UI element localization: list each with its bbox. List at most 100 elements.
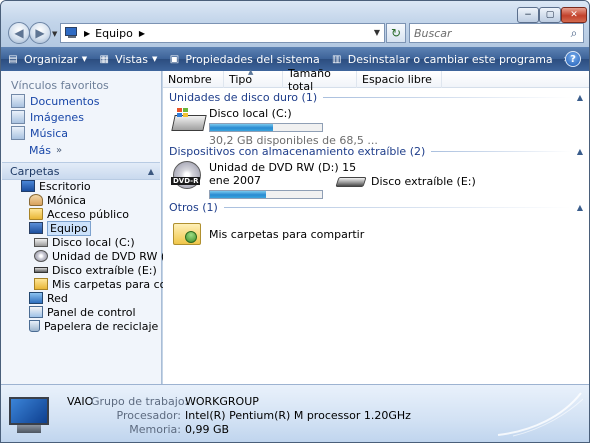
minimize-button[interactable]: −	[517, 7, 539, 23]
details-pane: VAIO Grupo de trabajo: WORKGROUP Procesa…	[1, 384, 589, 442]
column-header-name[interactable]: Nombre	[163, 71, 224, 88]
drive-item-local-disk[interactable]: Disco local (C:) 30,2 GB disponibles de …	[171, 107, 378, 147]
tree-item-panel-de-control[interactable]: Panel de control	[29, 305, 136, 319]
column-header-free-space[interactable]: Espacio libre	[357, 71, 442, 88]
group-header-other[interactable]: Otros (1) ▲	[169, 200, 583, 214]
refresh-icon: ↻	[390, 26, 402, 40]
uninstall-program-label: Desinstalar o cambiar este programa	[347, 52, 553, 66]
group-label: Dispositivos con almacenamiento extraíbl…	[169, 144, 426, 158]
tree-item-label: Panel de control	[47, 305, 136, 319]
tree-item-equipo[interactable]: Equipo	[29, 220, 91, 236]
favorites-heading: Vínculos favoritos	[11, 79, 109, 92]
organize-label: Organizar	[24, 52, 78, 66]
group-header-removable[interactable]: Dispositivos con almacenamiento extraíbl…	[169, 144, 583, 158]
hard-disk-icon	[34, 237, 48, 247]
column-headers: Nombre ▲ Tipo Tamaño total Espacio libre	[163, 67, 589, 93]
search-icon[interactable]: ⌕	[565, 24, 583, 42]
breadcrumb-separator-icon[interactable]: ▶	[84, 29, 90, 38]
uninstall-program-icon: ▥	[332, 53, 342, 65]
computer-icon	[9, 397, 57, 437]
folders-heading-label: Carpetas	[10, 164, 60, 178]
favorites-more-link[interactable]: Más »	[29, 144, 62, 157]
tree-item-papelera[interactable]: Papelera de reciclaje	[29, 319, 158, 333]
network-icon	[29, 292, 43, 304]
system-properties-label: Propiedades del sistema	[185, 52, 320, 66]
drive-name: Disco extraíble (E:)	[371, 175, 476, 188]
collapse-caret-icon: ▲	[576, 202, 583, 212]
column-header-type[interactable]: ▲ Tipo	[224, 68, 283, 88]
tree-item-disco-local[interactable]: Disco local (C:)	[34, 235, 135, 249]
dvd-icon: DVD-R	[171, 161, 207, 193]
address-dropdown-icon[interactable]: ▼	[374, 28, 380, 37]
navigation-pane: Vínculos favoritos Documentos Imágenes M…	[1, 71, 209, 384]
recycle-bin-icon	[29, 320, 40, 332]
collapse-caret-icon: ▲	[147, 167, 154, 176]
folder-name: Mis carpetas para compartir	[209, 228, 365, 241]
music-icon	[11, 126, 25, 140]
drive-usage-fill	[210, 124, 273, 131]
search-placeholder[interactable]: Buscar	[414, 27, 565, 40]
removable-disk-icon	[333, 167, 369, 199]
chevron-down-icon: ▼	[81, 55, 88, 63]
tree-item-label: Mónica	[47, 193, 87, 207]
system-properties-icon: ▣	[169, 53, 180, 65]
folders-heading[interactable]: Carpetas ▲	[2, 162, 160, 180]
processor-label: Procesador:	[116, 409, 182, 422]
uninstall-program-button[interactable]: ▥ Desinstalar o cambiar este programa	[325, 47, 558, 71]
close-button[interactable]: ✕	[561, 7, 587, 23]
desktop-icon	[21, 180, 35, 192]
computer-icon	[29, 222, 43, 234]
tree-item-label: Disco extraíble (E:)	[52, 263, 157, 277]
explorer-window: ◀ ▶ ▼ ▶ Equipo ▶ ▼ ↻ Buscar ⌕ − ▢ ✕ ▤ Or…	[0, 0, 590, 443]
column-label: Nombre	[168, 73, 212, 86]
drive-item-dvd[interactable]: DVD-R Unidad de DVD RW (D:) 15 ene 2007	[171, 161, 356, 201]
favorite-label: Música	[30, 126, 69, 140]
drive-usage-bar	[209, 123, 323, 132]
tree-item-disco-extraible[interactable]: Disco extraíble (E:)	[34, 263, 157, 277]
search-field[interactable]: Buscar ⌕	[409, 23, 584, 43]
group-label: Unidades de disco duro (1)	[169, 90, 318, 104]
favorite-link-documentos[interactable]: Documentos	[11, 93, 99, 109]
favorites-more-label: Más	[29, 144, 51, 157]
breadcrumb-separator-icon[interactable]: ▶	[139, 29, 145, 38]
maximize-button[interactable]: ▢	[539, 7, 561, 23]
back-button[interactable]: ◀	[8, 22, 30, 44]
organize-icon: ▤	[8, 53, 18, 65]
organize-button[interactable]: ▤ Organizar ▼	[1, 47, 92, 71]
tree-item-escritorio[interactable]: Escritorio	[21, 179, 91, 193]
drive-usage-bar	[209, 190, 323, 199]
favorite-link-musica[interactable]: Música	[11, 125, 68, 141]
drive-item-removable[interactable]: Disco extraíble (E:)	[333, 167, 476, 199]
shared-folder-icon	[171, 217, 207, 249]
collapse-caret-icon: ▲	[576, 92, 583, 102]
tree-item-acceso-publico[interactable]: Acceso público	[29, 207, 129, 221]
breadcrumb-equipo[interactable]: Equipo	[95, 27, 133, 40]
column-header-total-size[interactable]: Tamaño total	[283, 67, 357, 93]
workgroup-label: Grupo de trabajo:	[91, 395, 189, 408]
views-button[interactable]: ▦ Vistas ▼	[92, 47, 162, 71]
shared-folder-icon	[34, 278, 48, 290]
pictures-icon	[11, 110, 25, 124]
views-label: Vistas	[115, 52, 149, 66]
tree-item-label: Acceso público	[47, 207, 129, 221]
help-icon[interactable]: ?	[565, 51, 581, 67]
processor-value: Intel(R) Pentium(R) M processor 1.20GHz	[185, 409, 411, 422]
group-label: Otros (1)	[169, 200, 218, 214]
folder-item-shared[interactable]: Mis carpetas para compartir	[171, 217, 364, 249]
drive-usage-fill	[210, 191, 266, 198]
refresh-button[interactable]: ↻	[386, 23, 406, 43]
group-header-hard-disks[interactable]: Unidades de disco duro (1) ▲	[169, 90, 583, 104]
control-panel-icon	[29, 306, 43, 318]
tree-item-monica[interactable]: Mónica	[29, 193, 86, 207]
removable-disk-icon	[34, 267, 48, 273]
forward-button[interactable]: ▶	[29, 22, 51, 44]
tree-item-label: Papelera de reciclaje	[44, 319, 159, 333]
address-field[interactable]: ▶ Equipo ▶ ▼	[60, 23, 385, 43]
documents-icon	[11, 94, 25, 108]
computer-icon	[65, 27, 81, 39]
recent-pages-dropdown[interactable]: ▼	[52, 30, 57, 38]
tree-item-label: Red	[47, 291, 68, 305]
favorite-link-imagenes[interactable]: Imágenes	[11, 109, 84, 125]
tree-item-red[interactable]: Red	[29, 291, 68, 305]
file-list-pane: Nombre ▲ Tipo Tamaño total Espacio libre…	[163, 67, 589, 384]
